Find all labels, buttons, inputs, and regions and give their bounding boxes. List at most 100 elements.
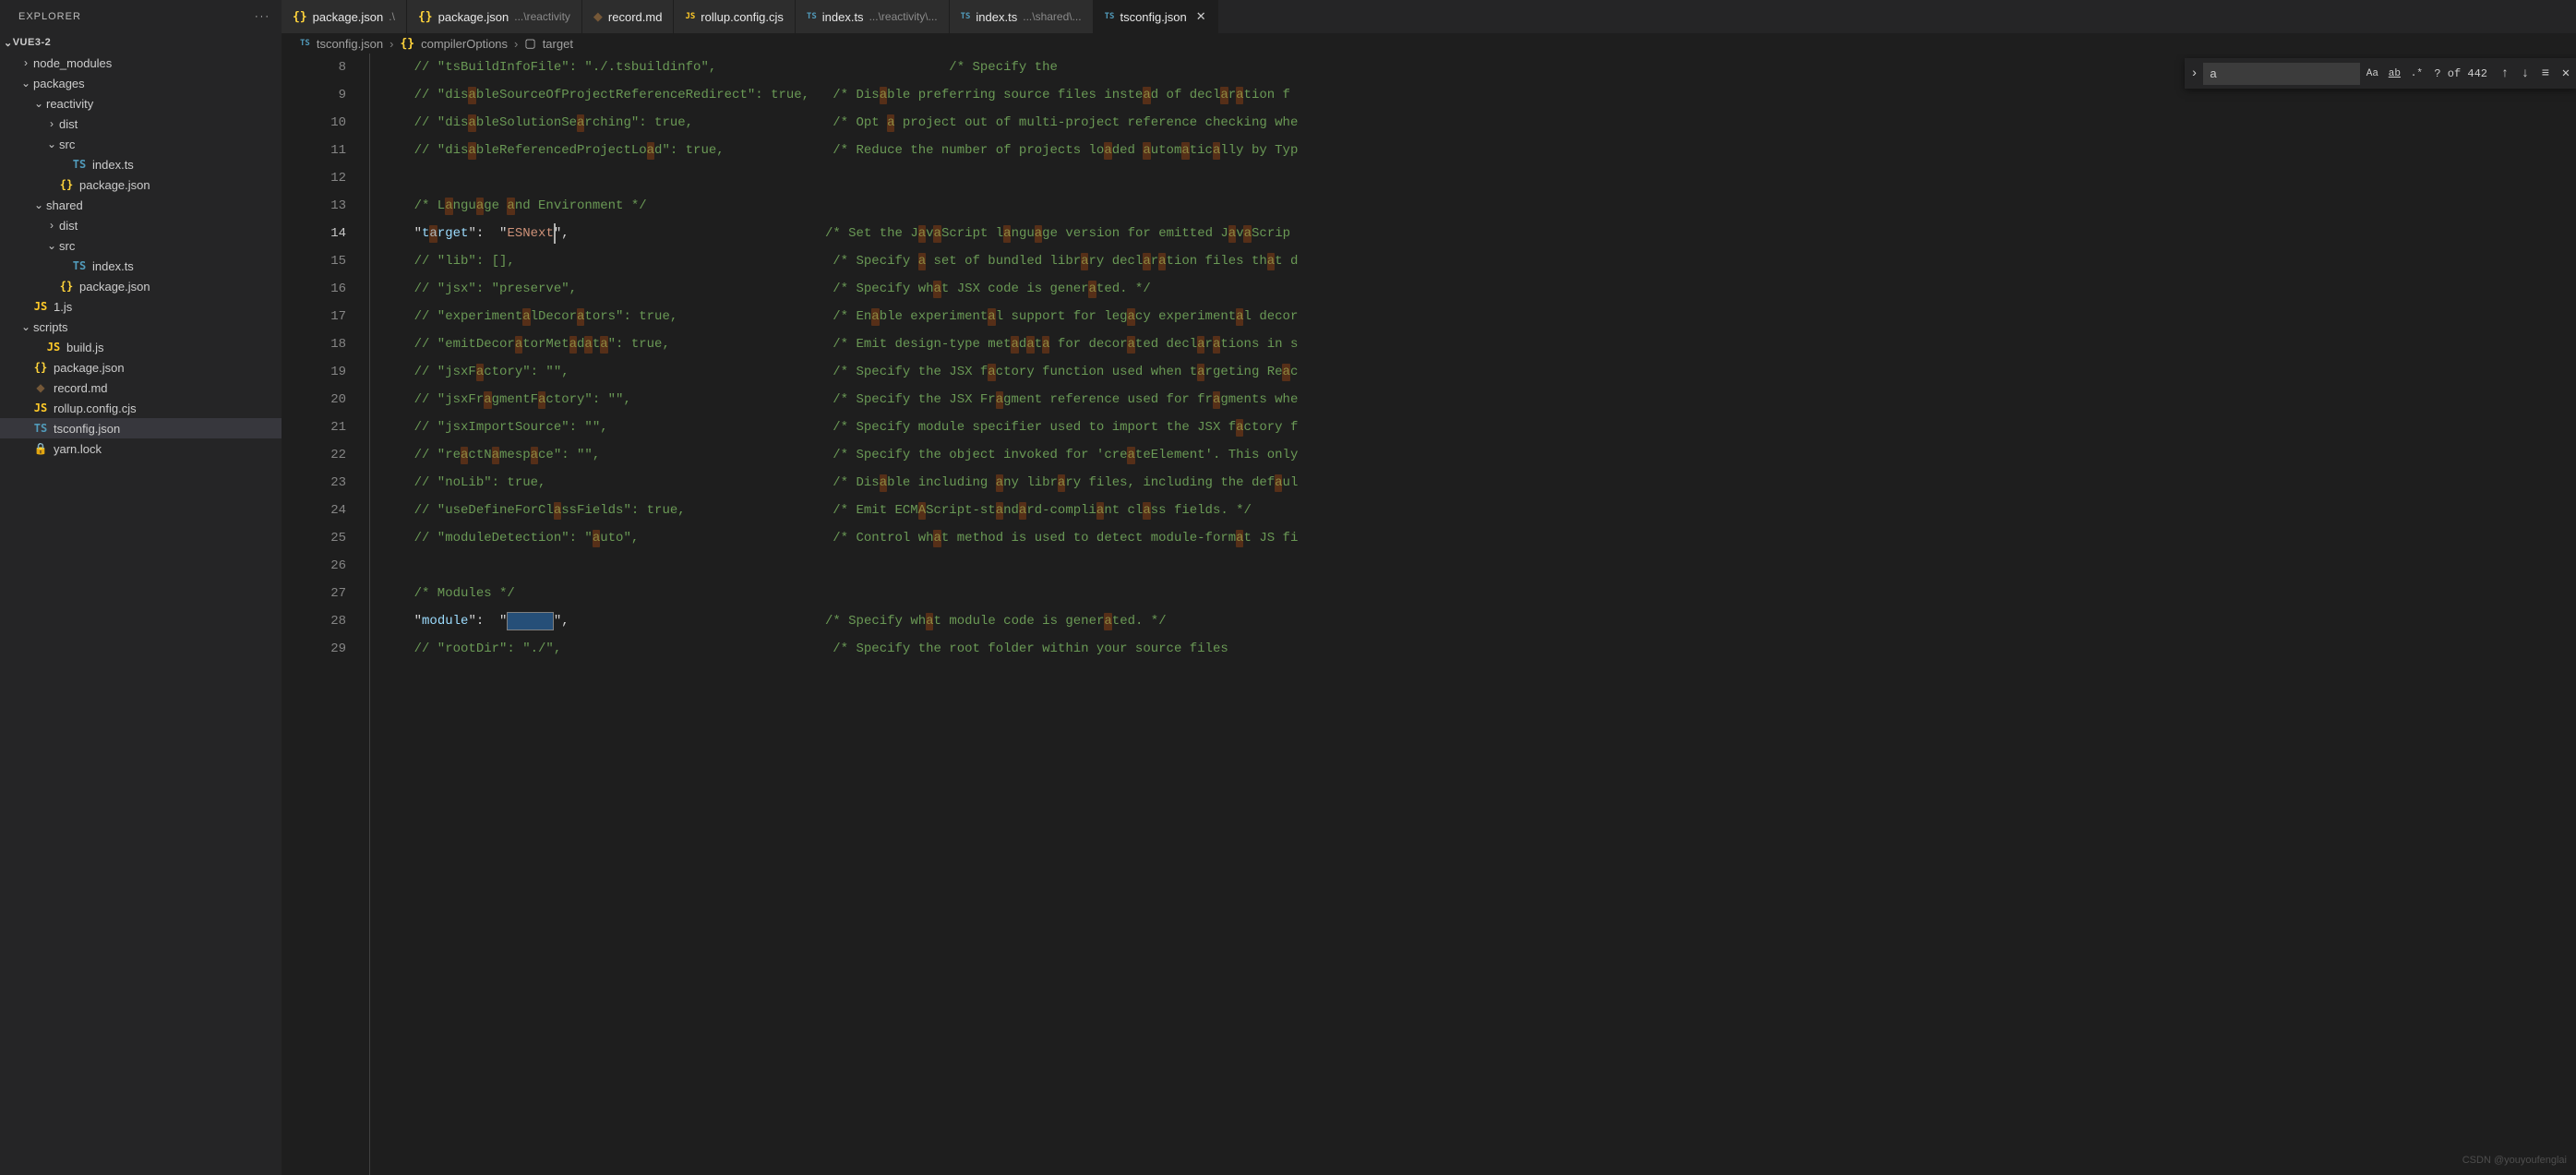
code-editor[interactable]: 8910111213141516171819202122232425262728…: [282, 54, 2576, 1175]
find-input[interactable]: [2203, 63, 2360, 85]
breadcrumb-item[interactable]: tsconfig.json: [317, 37, 383, 51]
chevron-down-icon: ⌄: [18, 77, 33, 90]
find-expand-icon[interactable]: ›: [2185, 60, 2203, 88]
editor-tab[interactable]: TSindex.ts...\reactivity\...: [796, 0, 950, 33]
whole-word-button[interactable]: ab: [2384, 65, 2404, 83]
find-widget: › Aa ab .* ? of 442 ↑ ↓ ≡ ✕: [2185, 58, 2576, 89]
breadcrumb[interactable]: TStsconfig.json›{}compilerOptions›▢targe…: [282, 33, 2576, 54]
file-item[interactable]: {}package.json: [0, 357, 282, 378]
tab-name: index.ts: [822, 10, 864, 24]
code-line[interactable]: // "rootDir": "./", /* Specify the root …: [383, 635, 2576, 663]
find-result-count: ? of 442: [2434, 60, 2487, 88]
code-line[interactable]: // "useDefineForClassFields": true, /* E…: [383, 497, 2576, 524]
workspace-name: VUE3-2: [13, 37, 52, 48]
folder-item[interactable]: ›dist: [0, 114, 282, 134]
chevron-right-icon: ›: [514, 37, 518, 51]
folder-label: node_modules: [33, 56, 112, 70]
js-icon: JS: [33, 401, 48, 415]
code-line[interactable]: // "noLib": true, /* Disable including a…: [383, 469, 2576, 497]
code-line[interactable]: [383, 164, 2576, 192]
tab-name: package.json: [438, 10, 509, 24]
find-close-icon[interactable]: ✕: [2556, 64, 2576, 84]
code-line[interactable]: // "jsxFragmentFactory": "", /* Specify …: [383, 386, 2576, 414]
file-item[interactable]: TSindex.ts: [0, 154, 282, 174]
folder-item[interactable]: ›dist: [0, 215, 282, 235]
file-item[interactable]: JS rollup.config.cjs: [0, 398, 282, 418]
breadcrumb-item[interactable]: compilerOptions: [421, 37, 508, 51]
tab-detail: .\: [389, 10, 395, 23]
editor-tab[interactable]: JSrollup.config.cjs: [674, 0, 795, 33]
editor-tab[interactable]: {} package.json ...\reactivity: [407, 0, 582, 33]
code-line[interactable]: // "lib": [], /* Specify a set of bundle…: [383, 247, 2576, 275]
explorer-more-icon[interactable]: ···: [255, 11, 270, 22]
code-line[interactable]: "module": "ESNext", /* Specify what modu…: [383, 607, 2576, 635]
file-item[interactable]: 🔒yarn.lock: [0, 438, 282, 459]
code-line[interactable]: // "jsxImportSource": "", /* Specify mod…: [383, 414, 2576, 441]
close-icon[interactable]: ✕: [1196, 9, 1206, 24]
code-line[interactable]: // "experimentalDecorators": true, /* En…: [383, 303, 2576, 330]
file-item[interactable]: TS index.ts: [0, 256, 282, 276]
json-icon: {}: [418, 10, 433, 24]
file-item[interactable]: {}package.json: [0, 276, 282, 296]
chevron-right-icon: ›: [44, 219, 59, 232]
find-prev-icon[interactable]: ↑: [2495, 64, 2515, 84]
file-label: record.md: [54, 381, 108, 395]
code-line[interactable]: "target": "ESNext", /* Set the JavaScrip…: [383, 220, 2576, 247]
folder-item[interactable]: ⌄packages: [0, 73, 282, 93]
folder-item[interactable]: ›node_modules: [0, 53, 282, 73]
workspace-header[interactable]: ⌄ VUE3-2: [0, 32, 282, 53]
chevron-down-icon: ⌄: [31, 97, 46, 110]
folder-item[interactable]: ⌄src: [0, 235, 282, 256]
regex-button[interactable]: .*: [2406, 65, 2426, 83]
file-tree: ›node_modules⌄packages⌄reactivity›dist⌄s…: [0, 53, 282, 459]
code-line[interactable]: // "jsxFactory": "", /* Specify the JSX …: [383, 358, 2576, 386]
folder-item[interactable]: ⌄src: [0, 134, 282, 154]
chevron-down-icon: ⌄: [18, 320, 33, 333]
file-item[interactable]: {}package.json: [0, 174, 282, 195]
file-label: package.json: [54, 361, 125, 375]
folder-item[interactable]: ⌄shared: [0, 195, 282, 215]
file-item[interactable]: JS1.js: [0, 296, 282, 317]
folder-label: dist: [59, 117, 78, 131]
code-line[interactable]: /* Language and Environment */: [383, 192, 2576, 220]
tab-detail: ...\reactivity: [514, 10, 570, 23]
file-item[interactable]: TStsconfig.json: [0, 418, 282, 438]
editor-tab[interactable]: {}package.json.\: [282, 0, 407, 33]
folder-label: src: [59, 138, 75, 151]
chevron-down-icon: ⌄: [44, 239, 59, 252]
folder-item[interactable]: ⌄reactivity: [0, 93, 282, 114]
code-line[interactable]: /* Modules */: [383, 580, 2576, 607]
folder-label: src: [59, 239, 75, 253]
file-label: index.ts: [92, 259, 134, 273]
file-label: rollup.config.cjs: [54, 402, 137, 415]
lock-icon: 🔒: [33, 441, 48, 456]
editor-tab[interactable]: ◆record.md: [582, 0, 675, 33]
tab-bar: {}package.json.\ {} package.json ...\reacti…: [282, 0, 2576, 33]
code-line[interactable]: // "disableSolutionSearching": true, /* …: [383, 109, 2576, 137]
editor-area: {}package.json.\ {} package.json ...\reacti…: [282, 0, 2576, 1175]
code-line[interactable]: // "reactNamespace": "", /* Specify the …: [383, 441, 2576, 469]
code-line[interactable]: [383, 552, 2576, 580]
explorer-title: EXPLORER: [18, 11, 81, 22]
code-line[interactable]: // "moduleDetection": "auto", /* Control…: [383, 524, 2576, 552]
match-case-button[interactable]: Aa: [2362, 65, 2382, 83]
folder-item[interactable]: ⌄scripts: [0, 317, 282, 337]
code-line[interactable]: // "jsx": "preserve", /* Specify what JS…: [383, 275, 2576, 303]
file-item[interactable]: JSbuild.js: [0, 337, 282, 357]
ts-icon: TS: [72, 258, 87, 273]
json-icon: {}: [59, 177, 74, 192]
code-line[interactable]: // "emitDecoratorMetadata": true, /* Emi…: [383, 330, 2576, 358]
chevron-down-icon: ⌄: [4, 37, 13, 49]
folder-label: shared: [46, 198, 83, 212]
find-filter-icon[interactable]: ≡: [2535, 64, 2556, 84]
file-item[interactable]: ◆record.md: [0, 378, 282, 398]
explorer-header: EXPLORER ···: [0, 0, 282, 32]
code-content[interactable]: // "tsBuildInfoFile": "./.tsbuildinfo", …: [383, 54, 2576, 1175]
code-line[interactable]: // "disableReferencedProjectLoad": true,…: [383, 137, 2576, 164]
tab-name: rollup.config.cjs: [701, 10, 784, 24]
tab-name: index.ts: [976, 10, 1017, 24]
find-next-icon[interactable]: ↓: [2515, 64, 2535, 84]
editor-tab[interactable]: TSindex.ts...\shared\...: [950, 0, 1094, 33]
editor-tab[interactable]: TStsconfig.json✕: [1094, 0, 1218, 33]
breadcrumb-item[interactable]: target: [543, 37, 573, 51]
